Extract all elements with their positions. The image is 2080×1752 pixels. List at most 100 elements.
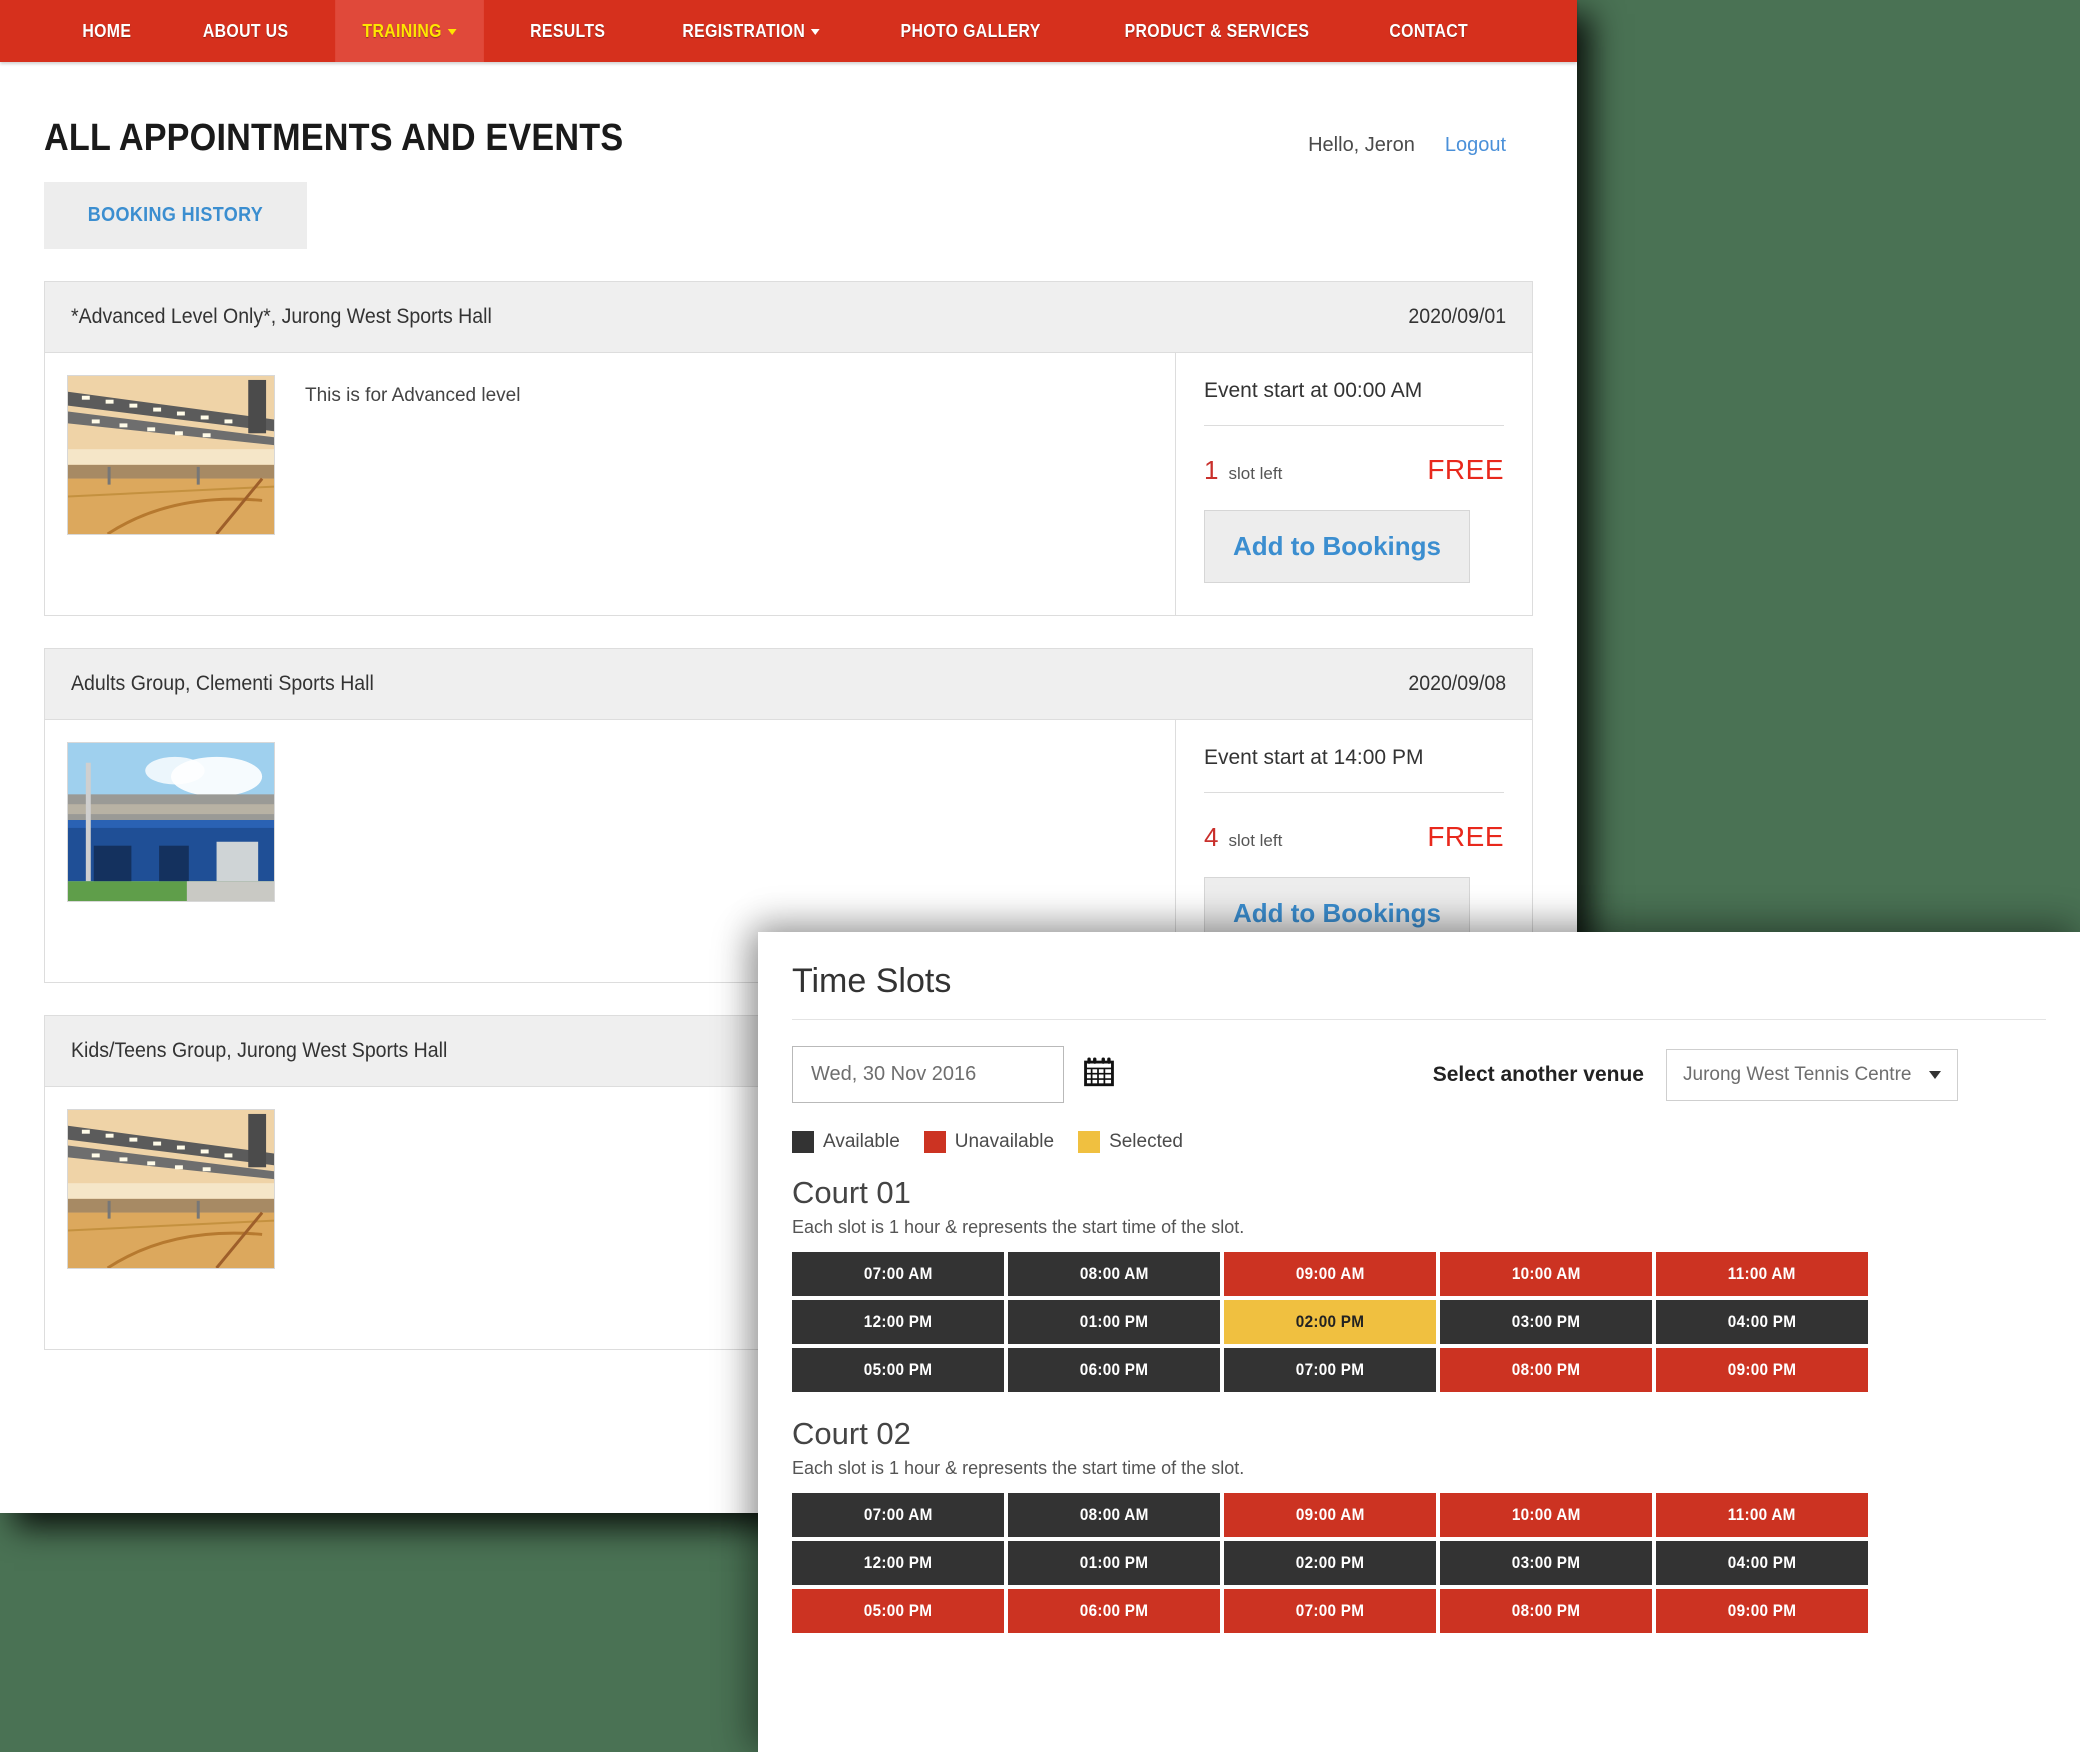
event-description [275, 742, 305, 960]
time-slot-label: 08:00 PM [1511, 1601, 1581, 1620]
page-title: ALL APPOINTMENTS AND EVENTS [44, 117, 624, 159]
date-picker-group [792, 1046, 1116, 1103]
time-slot-label: 08:00 AM [1079, 1505, 1149, 1524]
court-note: Each slot is 1 hour & represents the sta… [792, 1458, 1245, 1478]
time-slot[interactable]: 06:00 PM [1008, 1348, 1220, 1392]
time-slot[interactable]: 10:00 AM [1440, 1252, 1652, 1296]
page-header: ALL APPOINTMENTS AND EVENTS Hello, Jeron… [44, 62, 1533, 182]
legend-item: Available [792, 1131, 900, 1153]
nav-item-results[interactable]: RESULTS [503, 0, 633, 62]
time-slot-label: 12:00 PM [863, 1553, 933, 1572]
time-slots-modal: Time Slots Select another venue Jurong W… [758, 932, 2080, 1752]
nav-item-label: ABOUT US [202, 20, 288, 41]
slots-left-label: slot left [1228, 831, 1283, 850]
event-slot-row: 4 slot left FREE [1204, 821, 1504, 853]
time-slot[interactable]: 05:00 PM [792, 1589, 1004, 1633]
event-title: Adults Group, Clementi Sports Hall [71, 672, 374, 695]
time-slot[interactable]: 07:00 PM [1224, 1348, 1436, 1392]
logout-link[interactable]: Logout [1445, 134, 1506, 157]
time-slot[interactable]: 11:00 AM [1656, 1493, 1868, 1537]
time-slot-label: 07:00 AM [863, 1505, 933, 1524]
nav-item-home[interactable]: HOME [55, 0, 158, 62]
time-slot[interactable]: 08:00 PM [1440, 1348, 1652, 1392]
time-slot[interactable]: 05:00 PM [792, 1348, 1004, 1392]
time-slot[interactable]: 02:00 PM [1224, 1541, 1436, 1585]
nav-item-training[interactable]: TRAINING [334, 0, 484, 62]
legend-item: Unavailable [923, 1131, 1054, 1153]
time-slot[interactable]: 04:00 PM [1656, 1300, 1868, 1344]
time-slot-label: 06:00 PM [1079, 1360, 1149, 1379]
time-slot-label: 09:00 PM [1727, 1360, 1797, 1379]
time-slot[interactable]: 09:00 PM [1656, 1348, 1868, 1392]
venue-selector-group: Select another venue Jurong West Tennis … [1433, 1048, 2046, 1101]
legend-label: Available [823, 1131, 900, 1152]
event-title: *Advanced Level Only*, Jurong West Sport… [71, 305, 492, 328]
slots-left: 4 slot left [1204, 822, 1282, 853]
time-slot[interactable]: 09:00 AM [1224, 1252, 1436, 1296]
event-price: FREE [1427, 821, 1504, 852]
time-slot[interactable]: 08:00 AM [1008, 1493, 1220, 1537]
event-card-left: This is for Advanced level [45, 353, 1176, 615]
time-slot[interactable]: 01:00 PM [1008, 1300, 1220, 1344]
time-slot[interactable]: 01:00 PM [1008, 1541, 1220, 1585]
time-slot[interactable]: 06:00 PM [1008, 1589, 1220, 1633]
event-thumbnail [67, 1109, 275, 1269]
time-slot-label: 02:00 PM [1295, 1312, 1365, 1331]
slots-left-count: 1 [1204, 455, 1219, 485]
date-input[interactable] [792, 1046, 1064, 1103]
nav-item-label: HOME [82, 20, 132, 41]
time-slot[interactable]: 09:00 AM [1224, 1493, 1436, 1537]
nav-item-contact[interactable]: CONTACT [1362, 0, 1495, 62]
event-price: FREE [1427, 454, 1504, 485]
time-slot[interactable]: 08:00 PM [1440, 1589, 1652, 1633]
nav-item-about-us[interactable]: ABOUT US [175, 0, 315, 62]
time-slot-label: 04:00 PM [1727, 1553, 1797, 1572]
nav-item-label: CONTACT [1389, 20, 1469, 41]
time-slot[interactable]: 07:00 AM [792, 1252, 1004, 1296]
venue-select[interactable]: Jurong West Tennis Centre [1666, 1048, 1958, 1101]
time-slot[interactable]: 11:00 AM [1656, 1252, 1868, 1296]
time-slot[interactable]: 09:00 PM [1656, 1589, 1868, 1633]
event-title: Kids/Teens Group, Jurong West Sports Hal… [71, 1039, 448, 1062]
time-slot[interactable]: 07:00 PM [1224, 1589, 1436, 1633]
user-greeting: Hello, Jeron [1308, 134, 1415, 156]
time-slot[interactable]: 07:00 AM [792, 1493, 1004, 1537]
time-slot-label: 08:00 AM [1079, 1264, 1149, 1283]
time-slot[interactable]: 03:00 PM [1440, 1541, 1652, 1585]
nav-item-photo-gallery[interactable]: PHOTO GALLERY [873, 0, 1068, 62]
time-slot-label: 09:00 AM [1295, 1505, 1365, 1524]
time-slot[interactable]: 10:00 AM [1440, 1493, 1652, 1537]
time-slot[interactable]: 04:00 PM [1656, 1541, 1868, 1585]
event-card-header: *Advanced Level Only*, Jurong West Sport… [45, 282, 1532, 353]
time-slot[interactable]: 08:00 AM [1008, 1252, 1220, 1296]
nav-item-label: REGISTRATION [681, 20, 805, 41]
modal-controls: Select another venue Jurong West Tennis … [792, 1020, 2046, 1123]
booking-history-button[interactable]: BOOKING HISTORY [44, 182, 307, 249]
time-slot-label: 11:00 AM [1728, 1505, 1796, 1524]
screen: HOME ABOUT US TRAINING RESULTS REGISTRATION P… [0, 0, 2080, 1752]
time-slot[interactable]: 12:00 PM [792, 1300, 1004, 1344]
time-slot-label: 05:00 PM [863, 1360, 933, 1379]
add-to-bookings-button[interactable]: Add to Bookings [1204, 510, 1470, 583]
time-slot-label: 10:00 AM [1511, 1264, 1581, 1283]
nav-item-label: TRAINING [362, 20, 442, 41]
event-description [275, 1109, 305, 1327]
nav-item-product-services[interactable]: PRODUCT & SERVICES [1098, 0, 1337, 62]
time-slot[interactable]: 02:00 PM [1224, 1300, 1436, 1344]
time-slot-label: 04:00 PM [1727, 1312, 1797, 1331]
slot-legend: Available Unavailable Selected [792, 1123, 2046, 1175]
time-slot-label: 11:00 AM [1728, 1264, 1796, 1283]
event-date: 2020/09/01 [1408, 305, 1506, 328]
time-slot-label: 08:00 PM [1511, 1360, 1581, 1379]
calendar-icon[interactable] [1082, 1055, 1116, 1094]
time-slot[interactable]: 03:00 PM [1440, 1300, 1652, 1344]
time-slot[interactable]: 12:00 PM [792, 1541, 1004, 1585]
nav-item-registration[interactable]: REGISTRATION [655, 0, 847, 62]
event-thumbnail [67, 742, 275, 902]
time-slot-label: 09:00 PM [1727, 1601, 1797, 1620]
time-slot-grid: 07:00 AM 08:00 AM 09:00 AM 10:00 AM 11:00 AM… [792, 1493, 2046, 1633]
time-slot-label: 07:00 PM [1295, 1360, 1365, 1379]
time-slot-label: 12:00 PM [863, 1312, 933, 1331]
chevron-down-icon [810, 29, 820, 35]
time-slot-label: 01:00 PM [1079, 1553, 1149, 1572]
